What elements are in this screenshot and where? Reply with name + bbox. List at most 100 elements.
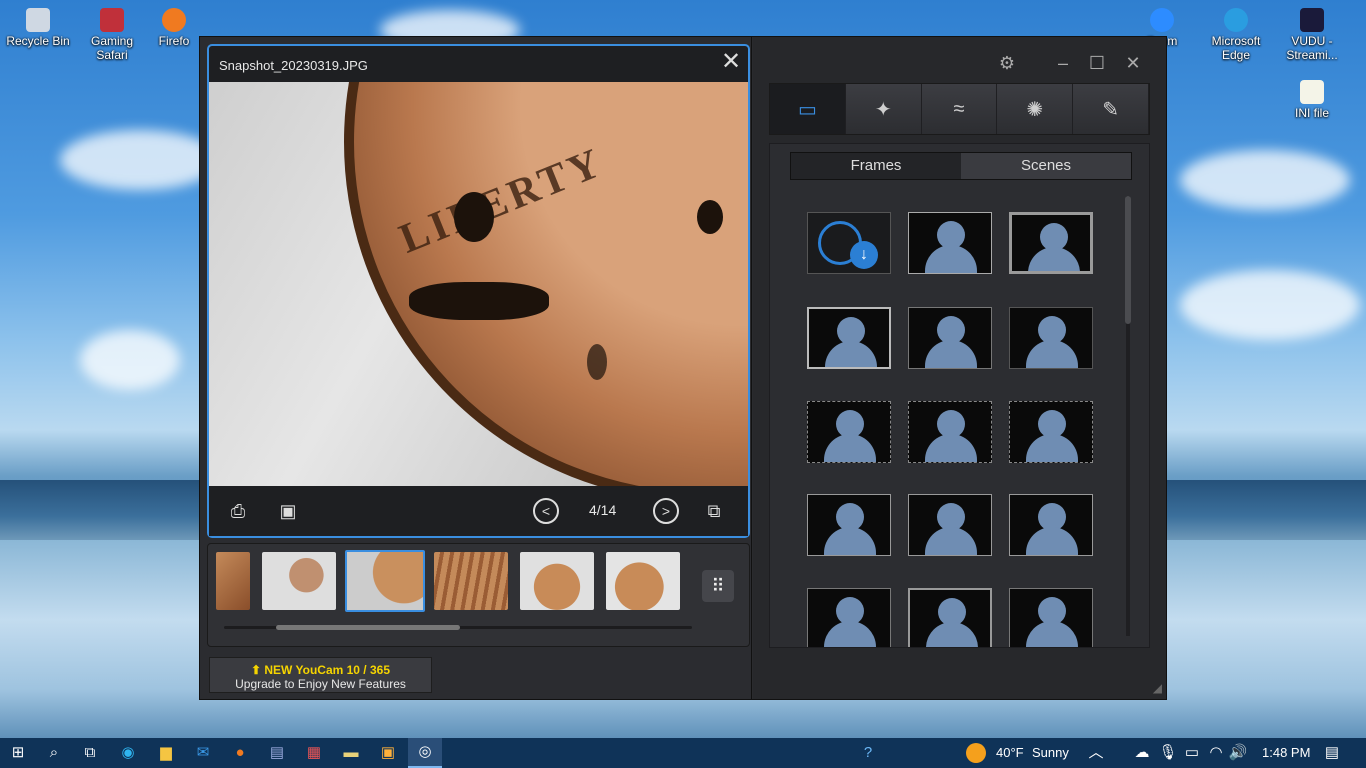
close-window-button[interactable]: ✕ — [1121, 51, 1145, 75]
scrollbar-thumb[interactable] — [276, 625, 460, 630]
desktop-icon-label: VUDU - Streami... — [1286, 34, 1338, 62]
onedrive-icon[interactable]: ☁ — [1132, 743, 1152, 763]
file-explorer-icon[interactable]: ▆ — [156, 743, 176, 763]
frame-option[interactable] — [1009, 588, 1093, 647]
app-taskbar-icon[interactable]: ▦ — [304, 743, 324, 763]
frame-option[interactable] — [1009, 494, 1093, 556]
windows-start-icon[interactable]: ⊞ — [8, 743, 28, 763]
previous-button[interactable]: < — [533, 498, 559, 524]
desktop-icon-label: Recycle Bin — [6, 34, 70, 48]
chevron-up-icon[interactable]: ︿ — [1086, 743, 1106, 763]
particles-icon: ≈ — [953, 97, 965, 120]
frame-option[interactable] — [908, 588, 992, 647]
app-taskbar-icon[interactable]: ▬ — [341, 743, 361, 763]
taskbar: ⊞ ⌕ ⧉ ◉ ▆ ✉ ● ▤ ▦ ▬ ▣ ◎ ? 40°F Sunny ︿ ☁… — [0, 738, 1366, 768]
desktop-icon-label: Microsoft Edge — [1211, 34, 1261, 62]
gaming-safari-icon[interactable]: Gaming Safari — [74, 8, 150, 62]
frame-option[interactable] — [1009, 212, 1093, 274]
effect-tabs: ▭ ✦ ≈ ✺ ✎ — [769, 83, 1150, 135]
frame-option[interactable] — [807, 588, 891, 647]
app-taskbar-icon[interactable]: ▤ — [267, 743, 287, 763]
photo-viewer: Snapshot_20230319.JPG ✕ LIBERTY ⎙ ▣ < 4/… — [207, 44, 750, 538]
thumbnail[interactable] — [434, 552, 508, 610]
scenes-segment[interactable]: Scenes — [961, 153, 1131, 179]
thumbnail[interactable] — [262, 552, 336, 610]
frame-option[interactable] — [807, 401, 891, 463]
frame-option[interactable] — [1009, 307, 1093, 369]
ini-file-icon[interactable]: INI file — [1274, 80, 1350, 120]
fullscreen-icon[interactable]: ⧉ — [701, 498, 727, 524]
recycle-bin-icon[interactable]: Recycle Bin — [0, 8, 76, 48]
magic-wand-icon: ✦ — [874, 98, 892, 121]
frames-scenes-toggle: Frames Scenes — [790, 152, 1132, 180]
viewer-pane: Snapshot_20230319.JPG ✕ LIBERTY ⎙ ▣ < 4/… — [200, 37, 752, 699]
thumbnail[interactable] — [606, 552, 680, 610]
frame-option[interactable] — [908, 307, 992, 369]
edit-image-icon[interactable]: ▣ — [275, 498, 301, 524]
scrollbar-thumb[interactable] — [1125, 196, 1131, 324]
settings-gear-icon[interactable]: ⚙ — [995, 51, 1019, 75]
firefox-icon[interactable]: Firefo — [148, 8, 200, 48]
search-icon[interactable]: ⌕ — [44, 743, 64, 763]
thumbnail-selected[interactable] — [345, 550, 425, 612]
sun-weather-icon[interactable] — [966, 743, 986, 763]
close-viewer-button[interactable]: ✕ — [720, 50, 742, 74]
youcam-window: Snapshot_20230319.JPG ✕ LIBERTY ⎙ ▣ < 4/… — [199, 36, 1167, 700]
help-icon[interactable]: ? — [858, 743, 878, 763]
upgrade-arrow-icon: ⬆ — [251, 663, 265, 677]
notifications-icon[interactable]: ▤ — [1322, 743, 1342, 763]
maximize-button[interactable]: ☐ — [1085, 51, 1109, 75]
viewer-filename: Snapshot_20230319.JPG — [219, 58, 368, 73]
thumbnail-strip: ⠿ — [207, 543, 750, 647]
viewer-toolbar: ⎙ ▣ < 4/14 > ⧉ — [209, 486, 748, 536]
store-icon[interactable]: ▣ — [378, 743, 398, 763]
microphone-icon[interactable]: 🎙 — [1158, 743, 1178, 763]
frame-option[interactable] — [807, 307, 891, 369]
youcam-taskbar-icon[interactable]: ◎ — [408, 738, 442, 768]
frame-icon: ▭ — [797, 98, 817, 121]
microsoft-edge-icon[interactable]: Microsoft Edge — [1198, 8, 1274, 62]
coin-spot — [587, 344, 607, 380]
firefox-taskbar-icon[interactable]: ● — [230, 743, 250, 763]
print-icon[interactable]: ⎙ — [225, 498, 251, 524]
tab-avatar[interactable]: ✺ — [997, 84, 1074, 134]
download-frames-button[interactable]: ↓ — [807, 212, 891, 274]
next-button[interactable]: > — [653, 498, 679, 524]
thumbnail-scrollbar[interactable] — [224, 625, 692, 630]
desktop-icon-label: Gaming Safari — [90, 34, 134, 62]
effects-pane: ⚙ – ☐ ✕ ▭ ✦ ≈ ✺ ✎ Frames Scenes ↓ ◢ — [753, 37, 1166, 699]
edge-taskbar-icon[interactable]: ◉ — [118, 743, 138, 763]
thumbnail[interactable] — [520, 552, 594, 610]
frame-option[interactable] — [1009, 401, 1093, 463]
volume-icon[interactable]: 🔊 — [1228, 743, 1248, 763]
frame-option[interactable] — [908, 494, 992, 556]
vudu-icon[interactable]: VUDU - Streami... — [1274, 8, 1350, 62]
grid-view-icon[interactable]: ⠿ — [702, 570, 734, 602]
desktop-icon-label: Firefo — [158, 34, 190, 48]
tab-draw[interactable]: ✎ — [1073, 84, 1149, 134]
upgrade-banner[interactable]: ⬆ NEW YouCam 10 / 365 Upgrade to Enjoy N… — [209, 657, 432, 693]
tab-frames[interactable]: ▭ — [770, 84, 846, 134]
tab-magic[interactable]: ✦ — [845, 84, 922, 134]
clock-time[interactable]: 1:48 PM — [1262, 745, 1310, 760]
task-view-icon[interactable]: ⧉ — [80, 743, 100, 763]
frames-segment[interactable]: Frames — [791, 153, 961, 179]
resize-grip-icon[interactable]: ◢ — [1153, 681, 1162, 695]
wifi-icon[interactable]: ◠ — [1206, 743, 1226, 763]
coin-rim — [344, 82, 748, 486]
thumbnail[interactable] — [216, 552, 250, 610]
frame-option[interactable] — [807, 494, 891, 556]
photo-image: LIBERTY — [209, 82, 748, 486]
frames-scrollbar[interactable] — [1125, 196, 1131, 636]
tab-effects[interactable]: ≈ — [921, 84, 998, 134]
frame-option[interactable] — [908, 212, 992, 274]
photo-counter: 4/14 — [589, 502, 617, 518]
battery-icon[interactable]: ▭ — [1182, 743, 1202, 763]
coin-spot — [409, 282, 549, 320]
minimize-button[interactable]: – — [1051, 51, 1075, 75]
weather-temp[interactable]: 40°F — [996, 745, 1024, 760]
frame-option[interactable] — [908, 401, 992, 463]
mail-icon[interactable]: ✉ — [193, 743, 213, 763]
coin-spot — [697, 200, 723, 234]
weather-condition[interactable]: Sunny — [1032, 745, 1069, 760]
